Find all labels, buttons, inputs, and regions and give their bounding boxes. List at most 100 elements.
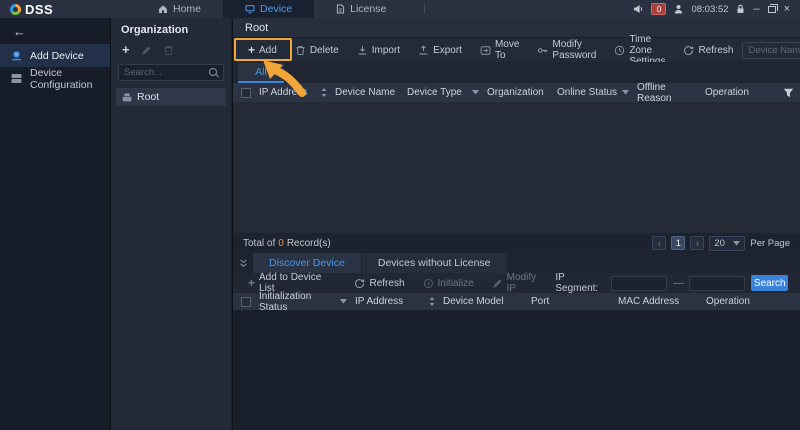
sidebar-item-add-device[interactable]: Add Device (0, 44, 110, 67)
add-icon: + (248, 276, 256, 290)
add-button[interactable]: + Add (239, 38, 286, 62)
discover-table-header: Initialization Status IP Address Device … (233, 291, 800, 313)
tab-device-label: Device (260, 3, 293, 15)
collapse-icon[interactable] (233, 259, 253, 268)
add-icon: + (248, 43, 256, 57)
select-all-checkbox[interactable] (241, 296, 251, 307)
tab-license-label: License (350, 3, 387, 15)
initialize-button[interactable]: Initialize (414, 273, 483, 293)
sidebar-item-label: Add Device (30, 49, 84, 62)
page-title: Root (233, 18, 800, 37)
select-all-checkbox[interactable] (241, 87, 251, 98)
ip-segment-end-input[interactable] (689, 275, 746, 291)
modify-password-button[interactable]: Modify Password (528, 38, 605, 62)
move-to-button[interactable]: Move To (471, 38, 528, 62)
sort-icon[interactable] (321, 88, 327, 97)
device-search-box (742, 41, 800, 59)
add-button-label: Add (259, 44, 277, 56)
tree-node-icon (122, 93, 132, 102)
tab-license[interactable]: License (314, 0, 408, 18)
modify-password-button-label: Modify Password (552, 39, 597, 61)
current-page-button[interactable]: 1 (671, 236, 686, 250)
ip-segment-group: IP Segment: — Search (555, 272, 788, 294)
page-size-value: 20 (714, 237, 725, 249)
ip-segment-search-button[interactable]: Search (751, 275, 788, 291)
modify-ip-label: Modify IP (506, 272, 537, 294)
discover-refresh-button[interactable]: Refresh (345, 273, 413, 293)
restore-icon[interactable] (767, 3, 778, 13)
pagination: ‹ 1 › 20 Per Page (652, 235, 790, 251)
add-org-icon[interactable]: + (122, 43, 130, 56)
device-search-input[interactable] (748, 44, 800, 56)
time-zone-settings-button[interactable]: Time Zone Settings (605, 34, 674, 67)
import-button[interactable]: Import (348, 38, 409, 62)
password-key-icon (537, 45, 548, 56)
filter-caret-icon[interactable] (472, 90, 479, 95)
device-table-body-empty (233, 102, 800, 233)
page-size-select[interactable]: 20 (709, 235, 746, 251)
device-table-header: IP Address Device Name Device Type Organ… (233, 82, 800, 104)
next-page-button[interactable]: › (690, 236, 705, 250)
column-offline-reason[interactable]: Offline Reason (633, 82, 705, 104)
user-icon[interactable] (674, 4, 683, 14)
delete-button-label: Delete (309, 44, 339, 56)
sidebar-item-label: Device Configuration (30, 66, 93, 91)
column-operation: Operation (705, 87, 749, 98)
column-organization[interactable]: Organization (483, 87, 557, 98)
edit-org-icon[interactable] (141, 45, 152, 56)
back-arrow-icon[interactable]: ← (13, 24, 26, 39)
funnel-icon[interactable] (783, 88, 794, 98)
column-ip-address[interactable]: IP Address (259, 87, 331, 98)
top-nav-tabs: Home Device License (136, 0, 426, 18)
tab-home[interactable]: Home (136, 0, 223, 18)
minimize-icon[interactable]: – (753, 3, 759, 15)
column-mac-address[interactable]: MAC Address (618, 296, 706, 307)
modify-ip-button[interactable]: Modify IP (483, 272, 556, 294)
filter-caret-icon[interactable] (340, 299, 347, 304)
discover-refresh-label: Refresh (369, 277, 405, 289)
column-device-name[interactable]: Device Name (331, 87, 407, 98)
delete-button[interactable]: Delete (286, 38, 348, 62)
column-online-status[interactable]: Online Status (557, 87, 633, 98)
refresh-button[interactable]: Refresh (674, 38, 742, 62)
ip-segment-start-input[interactable] (611, 275, 668, 291)
alarm-icon[interactable] (633, 4, 643, 14)
organization-search-input[interactable] (119, 67, 209, 78)
column-operation: Operation (706, 296, 750, 307)
ip-segment-label: IP Segment: (555, 272, 599, 294)
org-tree-node-label: Root (137, 91, 160, 103)
camera-icon (10, 50, 23, 61)
export-button[interactable]: Export (409, 38, 471, 62)
filter-caret-icon[interactable] (622, 90, 629, 95)
column-device-type[interactable]: Device Type (407, 87, 483, 98)
organization-search-box (118, 64, 224, 81)
lock-icon[interactable] (736, 4, 745, 14)
per-page-label: Per Page (750, 237, 790, 249)
refresh-icon (683, 45, 694, 56)
tab-devices-without-license[interactable]: Devices without License (361, 253, 507, 273)
sort-icon[interactable] (429, 297, 435, 306)
tab-discover-device[interactable]: Discover Device (253, 253, 361, 273)
tab-all[interactable]: All (238, 63, 284, 83)
device-filter-tabs: All (233, 62, 800, 83)
tab-device[interactable]: Device (223, 0, 315, 18)
column-port[interactable]: Port (531, 296, 618, 307)
org-tree-node-root[interactable]: Root (116, 88, 226, 106)
export-button-label: Export (433, 44, 462, 56)
import-button-label: Import (371, 44, 401, 56)
export-icon (418, 44, 429, 56)
import-icon (357, 45, 368, 56)
device-icon (245, 4, 255, 14)
prev-page-button[interactable]: ‹ (652, 236, 667, 250)
sidebar-item-device-configuration[interactable]: Device Configuration (0, 66, 110, 91)
left-sidebar: ← Add Device Device Configuration (0, 18, 110, 430)
search-icon[interactable] (209, 67, 219, 78)
column-ip-address[interactable]: IP Address (351, 296, 439, 307)
total-records-prefix: Total of (243, 237, 276, 249)
home-icon (158, 4, 168, 14)
total-records-count: 0 (278, 237, 284, 249)
device-table-footer: Total of 0 Record(s) ‹ 1 › 20 Per Page (233, 233, 800, 253)
delete-org-icon[interactable] (163, 45, 174, 56)
close-icon[interactable]: × (784, 3, 790, 15)
column-device-model[interactable]: Device Model (439, 296, 531, 307)
